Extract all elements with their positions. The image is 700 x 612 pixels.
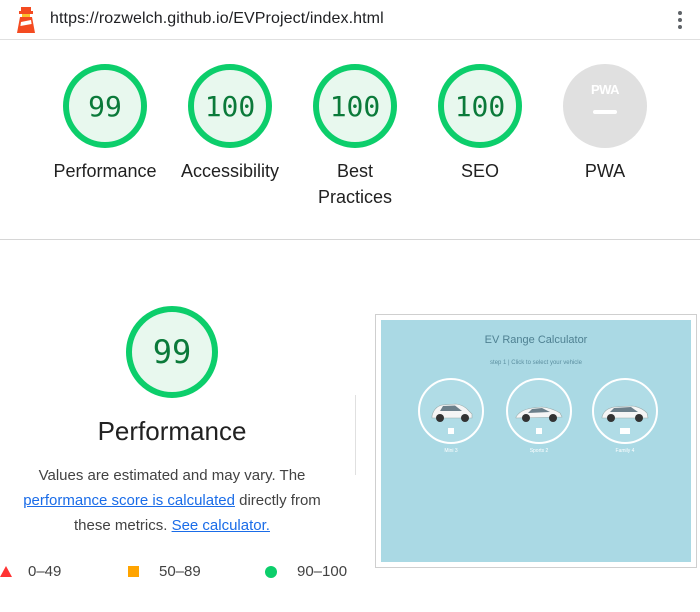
score-legend: 0–49 50–89 90–100 [0,563,350,583]
legend-average: 50–89 [128,563,201,580]
screenshot-image: EV Range Calculator step 1 | Click to se… [381,320,691,562]
score-value: 100 [454,89,506,123]
screenshot-title: EV Range Calculator [484,334,588,346]
vehicle-option-2: Sports 2 [505,378,573,454]
gauge-performance[interactable]: 99 Performance [40,64,170,184]
vehicle-name: Family 4 [615,448,635,454]
triangle-icon [0,566,12,577]
gauge-pwa[interactable]: PWA PWA [540,64,670,184]
gauge-label: PWA [584,161,626,181]
performance-title: Performance [97,416,247,446]
vehicle-option-3: Family 4 [591,378,659,454]
score-value: 99 [88,89,122,123]
gauge-best-practices[interactable]: 100 Best Practices [290,64,420,210]
score-ring: 99 [63,64,147,148]
gauge-label: SEO [460,161,499,181]
gauge-label: Accessibility [180,161,280,181]
lighthouse-icon [17,7,35,33]
legend-pass: 90–100 [265,563,347,580]
category-gauges: 99 Performance 100 Accessibility 100 Bes… [0,40,700,240]
square-icon [128,566,139,577]
legend-range: 90–100 [297,563,348,580]
vehicle-name: Mini 3 [444,448,458,454]
pwa-na-bar [593,110,617,114]
score-ring: 100 [438,64,522,148]
see-calculator-link[interactable]: See calculator. [172,517,270,534]
gauge-label: Performance [53,161,157,181]
desc-text: Values are estimated and may vary. The [38,467,306,484]
browser-bar: https://rozwelch.github.io/EVProject/ind… [0,0,700,40]
screenshot-step: step 1 | Click to select your vehicle [490,360,582,366]
performance-score-ring: 99 [126,306,218,398]
circle-icon [265,565,277,578]
vehicle-option-1: Mini 3 [417,378,485,454]
final-screenshot[interactable]: EV Range Calculator step 1 | Click to se… [375,314,697,568]
car-icon [418,378,484,444]
pwa-badge-text: PWA [590,82,620,97]
gauge-accessibility[interactable]: 100 Accessibility [165,64,295,184]
legend-range: 50–89 [159,563,201,580]
legend-fail: 0–49 [0,563,61,580]
pwa-badge-icon: PWA [563,64,647,148]
divider [355,395,356,475]
car-icon [592,378,658,444]
score-ring: 100 [313,64,397,148]
score-value: 100 [204,89,256,123]
legend-range: 0–49 [28,563,62,580]
score-calculated-link[interactable]: performance score is calculated [23,492,235,509]
gauge-seo[interactable]: 100 SEO [415,64,545,184]
car-icon [506,378,572,444]
more-vert-icon[interactable] [674,8,686,32]
score-value: 100 [329,89,381,123]
performance-score-value: 99 [152,333,192,371]
performance-description: Values are estimated and may vary. The p… [10,463,334,538]
score-ring: 100 [188,64,272,148]
page-url[interactable]: https://rozwelch.github.io/EVProject/ind… [50,10,384,28]
gauge-label: Best Practices [317,161,393,207]
vehicle-name: Sports 2 [529,448,549,454]
